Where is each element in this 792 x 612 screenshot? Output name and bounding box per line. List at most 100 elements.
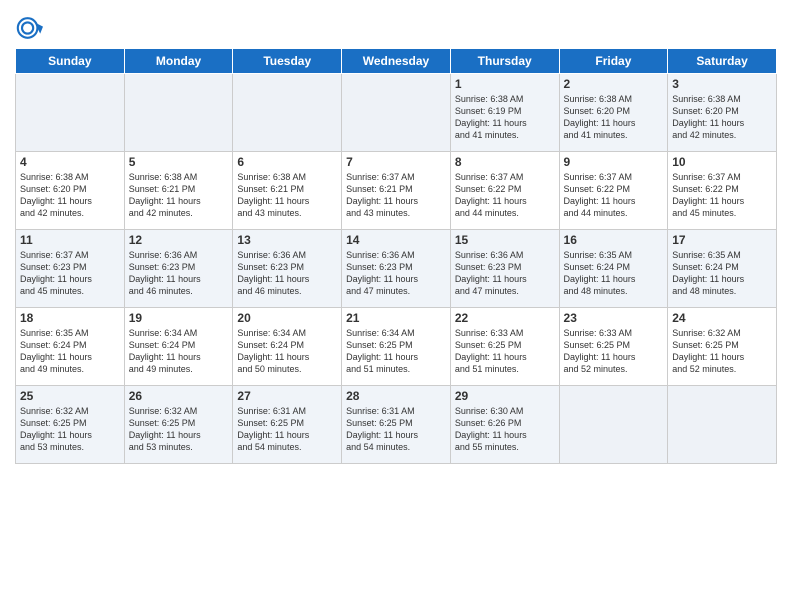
day-number: 20: [237, 311, 337, 325]
day-number: 1: [455, 77, 555, 91]
day-info: Sunrise: 6:34 AM Sunset: 6:24 PM Dayligh…: [129, 327, 229, 376]
calendar-cell: [233, 74, 342, 152]
day-info: Sunrise: 6:37 AM Sunset: 6:23 PM Dayligh…: [20, 249, 120, 298]
calendar-cell: 12 Sunrise: 6:36 AM Sunset: 6:23 PM Dayli…: [124, 230, 233, 308]
day-number: 6: [237, 155, 337, 169]
day-info: Sunrise: 6:35 AM Sunset: 6:24 PM Dayligh…: [672, 249, 772, 298]
calendar-header-row: SundayMondayTuesdayWednesdayThursdayFrid…: [16, 49, 777, 74]
day-number: 9: [564, 155, 664, 169]
day-info: Sunrise: 6:38 AM Sunset: 6:21 PM Dayligh…: [237, 171, 337, 220]
day-number: 13: [237, 233, 337, 247]
calendar-cell: 11Sunrise: 6:37 AM Sunset: 6:23 PM Dayli…: [16, 230, 125, 308]
day-number: 24: [672, 311, 772, 325]
day-number: 21: [346, 311, 446, 325]
day-number: 15: [455, 233, 555, 247]
calendar-cell: 9 Sunrise: 6:37 AM Sunset: 6:22 PM Daylig…: [559, 152, 668, 230]
calendar-cell: 29Sunrise: 6:30 AM Sunset: 6:26 PM Dayli…: [450, 386, 559, 464]
calendar-cell: 14Sunrise: 6:36 AM Sunset: 6:23 PM Dayli…: [342, 230, 451, 308]
calendar-header-thursday: Thursday: [450, 49, 559, 74]
calendar-cell: 3 Sunrise: 6:38 AM Sunset: 6:20 PM Daylig…: [668, 74, 777, 152]
day-number: 23: [564, 311, 664, 325]
calendar-cell: 28 Sunrise: 6:31 AM Sunset: 6:25 PM Dayli…: [342, 386, 451, 464]
day-info: Sunrise: 6:34 AM Sunset: 6:24 PM Dayligh…: [237, 327, 337, 376]
calendar-cell: 24 Sunrise: 6:32 AM Sunset: 6:25 PM Dayli…: [668, 308, 777, 386]
calendar-cell: 16 Sunrise: 6:35 AM Sunset: 6:24 PM Dayli…: [559, 230, 668, 308]
day-number: 12: [129, 233, 229, 247]
day-info: Sunrise: 6:35 AM Sunset: 6:24 PM Dayligh…: [564, 249, 664, 298]
calendar-cell: 7 Sunrise: 6:37 AM Sunset: 6:21 PM Daylig…: [342, 152, 451, 230]
page: SundayMondayTuesdayWednesdayThursdayFrid…: [0, 0, 792, 612]
logo: [15, 14, 46, 42]
calendar-header-saturday: Saturday: [668, 49, 777, 74]
day-number: 8: [455, 155, 555, 169]
day-number: 3: [672, 77, 772, 91]
calendar-header-wednesday: Wednesday: [342, 49, 451, 74]
day-number: 7: [346, 155, 446, 169]
day-number: 25: [20, 389, 120, 403]
day-info: Sunrise: 6:33 AM Sunset: 6:25 PM Dayligh…: [564, 327, 664, 376]
calendar-cell: 19 Sunrise: 6:34 AM Sunset: 6:24 PM Dayli…: [124, 308, 233, 386]
calendar-cell: 25 Sunrise: 6:32 AM Sunset: 6:25 PM Dayli…: [16, 386, 125, 464]
calendar-week-row: 1 Sunrise: 6:38 AM Sunset: 6:19 PM Daylig…: [16, 74, 777, 152]
calendar-cell: 20 Sunrise: 6:34 AM Sunset: 6:24 PM Dayli…: [233, 308, 342, 386]
calendar-cell: 10 Sunrise: 6:37 AM Sunset: 6:22 PM Dayli…: [668, 152, 777, 230]
calendar-cell: 27 Sunrise: 6:31 AM Sunset: 6:25 PM Dayli…: [233, 386, 342, 464]
day-info: Sunrise: 6:33 AM Sunset: 6:25 PM Dayligh…: [455, 327, 555, 376]
day-info: Sunrise: 6:31 AM Sunset: 6:25 PM Dayligh…: [237, 405, 337, 454]
day-info: Sunrise: 6:37 AM Sunset: 6:22 PM Dayligh…: [672, 171, 772, 220]
calendar-cell: 18Sunrise: 6:35 AM Sunset: 6:24 PM Dayli…: [16, 308, 125, 386]
calendar-week-row: 4 Sunrise: 6:38 AM Sunset: 6:20 PM Daylig…: [16, 152, 777, 230]
day-number: 26: [129, 389, 229, 403]
calendar-header-sunday: Sunday: [16, 49, 125, 74]
day-number: 27: [237, 389, 337, 403]
day-number: 16: [564, 233, 664, 247]
day-number: 10: [672, 155, 772, 169]
day-info: Sunrise: 6:32 AM Sunset: 6:25 PM Dayligh…: [129, 405, 229, 454]
calendar-cell: 26 Sunrise: 6:32 AM Sunset: 6:25 PM Dayli…: [124, 386, 233, 464]
calendar-cell: [16, 74, 125, 152]
day-number: 5: [129, 155, 229, 169]
day-info: Sunrise: 6:37 AM Sunset: 6:22 PM Dayligh…: [564, 171, 664, 220]
calendar-cell: [668, 386, 777, 464]
calendar-cell: 2 Sunrise: 6:38 AM Sunset: 6:20 PM Daylig…: [559, 74, 668, 152]
logo-icon: [15, 14, 43, 42]
calendar-cell: 15 Sunrise: 6:36 AM Sunset: 6:23 PM Dayli…: [450, 230, 559, 308]
calendar-header-friday: Friday: [559, 49, 668, 74]
calendar-cell: 22 Sunrise: 6:33 AM Sunset: 6:25 PM Dayli…: [450, 308, 559, 386]
day-info: Sunrise: 6:36 AM Sunset: 6:23 PM Dayligh…: [455, 249, 555, 298]
day-info: Sunrise: 6:32 AM Sunset: 6:25 PM Dayligh…: [672, 327, 772, 376]
header: [15, 10, 777, 42]
day-number: 19: [129, 311, 229, 325]
day-info: Sunrise: 6:38 AM Sunset: 6:19 PM Dayligh…: [455, 93, 555, 142]
calendar-cell: 13 Sunrise: 6:36 AM Sunset: 6:23 PM Dayli…: [233, 230, 342, 308]
calendar: SundayMondayTuesdayWednesdayThursdayFrid…: [15, 48, 777, 464]
calendar-cell: 8Sunrise: 6:37 AM Sunset: 6:22 PM Daylig…: [450, 152, 559, 230]
day-number: 2: [564, 77, 664, 91]
calendar-cell: 21 Sunrise: 6:34 AM Sunset: 6:25 PM Dayli…: [342, 308, 451, 386]
calendar-week-row: 18Sunrise: 6:35 AM Sunset: 6:24 PM Dayli…: [16, 308, 777, 386]
day-number: 29: [455, 389, 555, 403]
calendar-cell: 6 Sunrise: 6:38 AM Sunset: 6:21 PM Daylig…: [233, 152, 342, 230]
day-info: Sunrise: 6:36 AM Sunset: 6:23 PM Dayligh…: [129, 249, 229, 298]
calendar-cell: [559, 386, 668, 464]
calendar-cell: [342, 74, 451, 152]
calendar-cell: 4 Sunrise: 6:38 AM Sunset: 6:20 PM Daylig…: [16, 152, 125, 230]
day-info: Sunrise: 6:38 AM Sunset: 6:20 PM Dayligh…: [672, 93, 772, 142]
day-number: 22: [455, 311, 555, 325]
calendar-week-row: 11Sunrise: 6:37 AM Sunset: 6:23 PM Dayli…: [16, 230, 777, 308]
day-info: Sunrise: 6:38 AM Sunset: 6:20 PM Dayligh…: [20, 171, 120, 220]
day-info: Sunrise: 6:36 AM Sunset: 6:23 PM Dayligh…: [237, 249, 337, 298]
day-info: Sunrise: 6:34 AM Sunset: 6:25 PM Dayligh…: [346, 327, 446, 376]
calendar-cell: 23 Sunrise: 6:33 AM Sunset: 6:25 PM Dayli…: [559, 308, 668, 386]
calendar-cell: [124, 74, 233, 152]
day-info: Sunrise: 6:31 AM Sunset: 6:25 PM Dayligh…: [346, 405, 446, 454]
calendar-cell: 5 Sunrise: 6:38 AM Sunset: 6:21 PM Daylig…: [124, 152, 233, 230]
day-info: Sunrise: 6:38 AM Sunset: 6:21 PM Dayligh…: [129, 171, 229, 220]
day-number: 28: [346, 389, 446, 403]
day-info: Sunrise: 6:32 AM Sunset: 6:25 PM Dayligh…: [20, 405, 120, 454]
day-number: 4: [20, 155, 120, 169]
day-info: Sunrise: 6:38 AM Sunset: 6:20 PM Dayligh…: [564, 93, 664, 142]
day-info: Sunrise: 6:37 AM Sunset: 6:21 PM Dayligh…: [346, 171, 446, 220]
calendar-header-tuesday: Tuesday: [233, 49, 342, 74]
calendar-header-monday: Monday: [124, 49, 233, 74]
